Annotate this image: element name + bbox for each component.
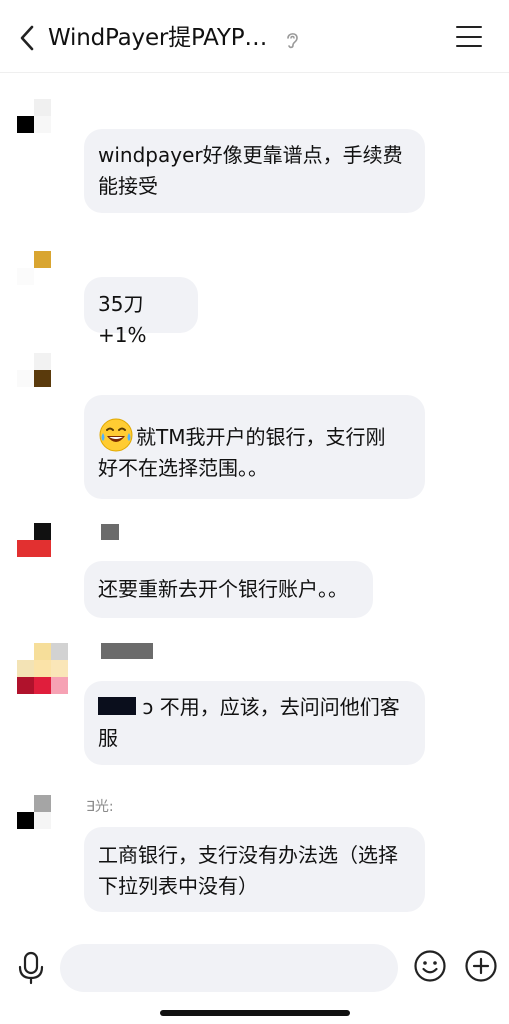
message-line: 下拉列表中没有） bbox=[98, 874, 258, 898]
laughing-tears-emoji-icon bbox=[99, 418, 133, 452]
chevron-left-icon[interactable] bbox=[14, 22, 42, 54]
message-line: 35刀+1% bbox=[98, 292, 147, 347]
sender-name: ∃光: bbox=[86, 799, 114, 815]
message-bubble[interactable]: ɔ 不用，应该，去问问他们客 服 bbox=[84, 681, 425, 765]
message-line: 工商银行，支行没有办法选（选择 bbox=[98, 843, 398, 867]
smile-icon[interactable] bbox=[413, 949, 447, 983]
message-line: 能接受 bbox=[98, 174, 158, 198]
message-bubble[interactable]: windpayer好像更靠谱点，手续费 能接受 bbox=[84, 129, 425, 213]
message-bubble[interactable]: 就TM我开户的银行，支行刚 好不在选择范围。。 bbox=[84, 395, 425, 499]
menu-icon[interactable] bbox=[456, 26, 482, 50]
home-indicator bbox=[160, 1010, 350, 1016]
avatar[interactable] bbox=[17, 523, 53, 559]
avatar[interactable] bbox=[17, 795, 53, 831]
message-line: 就TM我开户的银行，支行刚 bbox=[98, 417, 411, 453]
message-bubble[interactable]: 还要重新去开个银行账户。。 bbox=[84, 561, 373, 618]
avatar[interactable] bbox=[17, 99, 53, 135]
message-bubble[interactable]: 35刀+1% bbox=[84, 277, 198, 347]
avatar[interactable] bbox=[17, 643, 68, 694]
message-line: 还要重新去开个银行账户。。 bbox=[98, 577, 348, 601]
sender-name-redacted bbox=[101, 643, 153, 659]
avatar[interactable] bbox=[17, 353, 53, 389]
message-line: windpayer好像更靠谱点，手续费 bbox=[98, 143, 403, 167]
plus-circle-icon[interactable] bbox=[464, 949, 498, 983]
ear-icon bbox=[287, 33, 298, 49]
sender-name-redacted bbox=[101, 524, 119, 540]
input-bar bbox=[0, 930, 509, 1024]
message-bubble[interactable]: 工商银行，支行没有办法选（选择 下拉列表中没有） bbox=[84, 827, 425, 912]
chat-title[interactable]: WindPayer提PAYP… bbox=[48, 20, 267, 56]
message-text: 就TM我开户的银行，支行刚 bbox=[136, 425, 386, 449]
message-line: 服 bbox=[98, 726, 118, 750]
redacted-block bbox=[98, 697, 136, 715]
microphone-icon[interactable] bbox=[14, 950, 48, 986]
avatar[interactable] bbox=[17, 251, 53, 287]
message-line: ɔ 不用，应该，去问问他们客 bbox=[98, 692, 411, 723]
message-input[interactable] bbox=[60, 944, 398, 992]
chat-header: WindPayer提PAYP… bbox=[0, 0, 509, 73]
message-text: ɔ 不用，应该，去问问他们客 bbox=[142, 695, 400, 719]
message-line: 好不在选择范围。。 bbox=[98, 456, 268, 480]
